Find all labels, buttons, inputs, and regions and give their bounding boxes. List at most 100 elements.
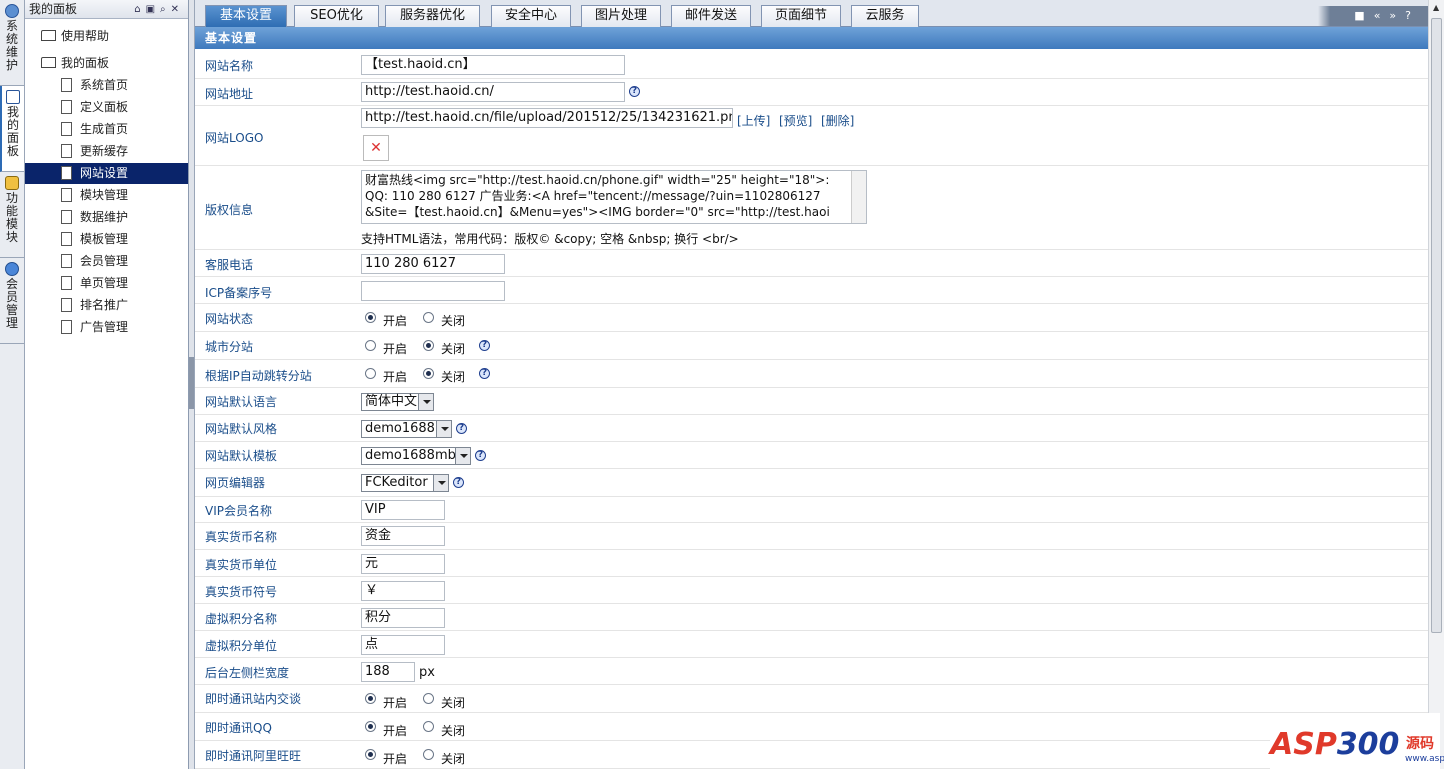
label-service-phone: 客服电话 bbox=[205, 258, 254, 272]
sidebar-item-label: 排名推广 bbox=[80, 298, 129, 312]
chevron-down-icon[interactable] bbox=[455, 448, 470, 464]
vtab-members[interactable]: 会员管理 bbox=[0, 258, 24, 344]
tab-page-detail[interactable]: 页面细节 bbox=[761, 5, 841, 27]
sidebar-item-templates[interactable]: 模板管理 bbox=[25, 229, 188, 250]
tab-security[interactable]: 安全中心 bbox=[491, 5, 571, 27]
editor-select[interactable]: FCKeditor bbox=[361, 474, 449, 492]
ip-redirect-on-radio[interactable] bbox=[365, 368, 376, 379]
row-default-style: 网站默认风格 demo1688 ? bbox=[195, 415, 1428, 442]
help-icon[interactable]: ? bbox=[629, 86, 640, 97]
sidebar-header-icons[interactable]: ⌂▣⌕✕ bbox=[134, 0, 184, 19]
tab-mail[interactable]: 邮件发送 bbox=[671, 5, 751, 27]
clock-icon bbox=[5, 4, 19, 18]
row-editor: 网页编辑器 FCKeditor ? bbox=[195, 469, 1428, 497]
default-template-select[interactable]: demo1688mb bbox=[361, 447, 471, 465]
vtab-my-panel-label: 我的面板 bbox=[6, 105, 19, 158]
vtab-modules[interactable]: 功能模块 bbox=[0, 172, 24, 258]
credit-name-input[interactable]: 积分 bbox=[361, 608, 445, 628]
page-scrollbar[interactable]: ▲ ▼ bbox=[1428, 0, 1444, 769]
site-status-off-label: 关闭 bbox=[441, 314, 466, 328]
tab-server[interactable]: 服务器优化 bbox=[385, 5, 480, 27]
service-phone-input[interactable]: 110 280 6127 bbox=[361, 254, 505, 274]
site-status-off-radio[interactable] bbox=[423, 312, 434, 323]
icp-input[interactable] bbox=[361, 281, 505, 301]
sidebar-item-modules[interactable]: 模块管理 bbox=[25, 185, 188, 206]
splitter-grip[interactable] bbox=[189, 357, 194, 409]
page-icon bbox=[61, 210, 72, 224]
city-station-off-radio[interactable] bbox=[423, 340, 434, 351]
money-unit-input[interactable]: 元 bbox=[361, 554, 445, 574]
textarea-scrollbar[interactable] bbox=[851, 171, 866, 223]
ip-redirect-off-radio[interactable] bbox=[423, 368, 434, 379]
sidebar-item-single-pages[interactable]: 单页管理 bbox=[25, 273, 188, 294]
sidebar-item-members[interactable]: 会员管理 bbox=[25, 251, 188, 272]
sidebar-item-system-home[interactable]: 系统首页 bbox=[25, 75, 188, 96]
site-name-input[interactable]: 【test.haoid.cn】 bbox=[361, 55, 625, 75]
scrollbar-thumb[interactable] bbox=[1431, 18, 1442, 633]
vtab-system-label: 系统维护 bbox=[5, 19, 18, 72]
chevron-down-icon[interactable] bbox=[433, 475, 448, 491]
im-ali-off-radio[interactable] bbox=[423, 749, 434, 760]
vip-name-input[interactable]: VIP bbox=[361, 500, 445, 520]
im-chat-off-radio[interactable] bbox=[423, 693, 434, 704]
im-qq-on-radio[interactable] bbox=[365, 721, 376, 732]
vtab-my-panel[interactable]: 我的面板 bbox=[0, 86, 24, 172]
sidebar-width-unit: px bbox=[419, 665, 435, 680]
tab-image[interactable]: 图片处理 bbox=[581, 5, 661, 27]
chevron-down-icon[interactable] bbox=[418, 394, 433, 410]
help-icon[interactable]: ? bbox=[453, 477, 464, 488]
folder-help[interactable]: 使用帮助 bbox=[41, 26, 109, 46]
row-copyright: 版权信息 财富热线<img src="http://test.haoid.cn/… bbox=[195, 166, 1428, 250]
im-ali-on-radio[interactable] bbox=[365, 749, 376, 760]
page-icon bbox=[61, 254, 72, 268]
im-chat-on-radio[interactable] bbox=[365, 693, 376, 704]
copyright-line: &Site=【test.haoid.cn】&Menu=yes"><IMG bor… bbox=[365, 205, 830, 219]
label-im-qq: 即时通讯QQ bbox=[205, 721, 272, 735]
city-station-on-radio[interactable] bbox=[365, 340, 376, 351]
im-qq-off-radio[interactable] bbox=[423, 721, 434, 732]
copyright-textarea[interactable]: 财富热线<img src="http://test.haoid.cn/phone… bbox=[361, 170, 867, 224]
site-logo-input[interactable]: http://test.haoid.cn/file/upload/201512/… bbox=[361, 108, 733, 128]
tab-cloud[interactable]: 云服务 bbox=[851, 5, 919, 27]
sidebar-item-ranking[interactable]: 排名推广 bbox=[25, 295, 188, 316]
sidebar-item-update-cache[interactable]: 更新缓存 bbox=[25, 141, 188, 162]
sidebar-header: 我的面板 ⌂▣⌕✕ bbox=[25, 0, 188, 19]
help-icon[interactable]: ? bbox=[479, 368, 490, 379]
default-lang-select[interactable]: 简体中文 bbox=[361, 393, 434, 411]
upload-link[interactable]: [上传] bbox=[737, 112, 770, 129]
site-url-input[interactable]: http://test.haoid.cn/ bbox=[361, 82, 625, 102]
sidebar-item-ads[interactable]: 广告管理 bbox=[25, 317, 188, 338]
watermark-brand-b: 300 bbox=[1336, 727, 1400, 762]
page-icon bbox=[61, 144, 72, 158]
sidebar-item-site-settings[interactable]: 网站设置 bbox=[25, 163, 188, 184]
sidebar-width-input[interactable]: 188 bbox=[361, 662, 415, 682]
city-station-off-label: 关闭 bbox=[441, 342, 466, 356]
help-icon[interactable]: ? bbox=[475, 450, 486, 461]
tab-bar-controls[interactable]: ■«»? bbox=[1318, 6, 1428, 26]
folder-my-panel-label: 我的面板 bbox=[61, 56, 110, 70]
tab-seo[interactable]: SEO优化 bbox=[294, 5, 379, 27]
help-icon[interactable]: ? bbox=[479, 340, 490, 351]
default-style-select[interactable]: demo1688 bbox=[361, 420, 452, 438]
sidebar-item-data-maintenance[interactable]: 数据维护 bbox=[25, 207, 188, 228]
vtab-modules-label: 功能模块 bbox=[5, 191, 18, 244]
help-icon[interactable]: ? bbox=[456, 423, 467, 434]
credit-unit-input[interactable]: 点 bbox=[361, 635, 445, 655]
site-status-on-radio[interactable] bbox=[365, 312, 376, 323]
money-symbol-input[interactable]: ￥ bbox=[361, 581, 445, 601]
tab-basic-settings[interactable]: 基本设置 bbox=[205, 5, 287, 27]
sidebar-item-label: 广告管理 bbox=[80, 320, 129, 334]
label-default-style: 网站默认风格 bbox=[205, 422, 278, 436]
sidebar-item-generate-home[interactable]: 生成首页 bbox=[25, 119, 188, 140]
main-content: 基本设置 SEO优化 服务器优化 安全中心 图片处理 邮件发送 页面细节 云服务… bbox=[195, 0, 1428, 769]
preview-link[interactable]: [预览] bbox=[779, 112, 812, 129]
site-status-on-label: 开启 bbox=[383, 314, 408, 328]
vtab-system[interactable]: 系统维护 bbox=[0, 0, 24, 86]
scroll-up-icon[interactable]: ▲ bbox=[1433, 3, 1439, 12]
sidebar-item-define-panel[interactable]: 定义面板 bbox=[25, 97, 188, 118]
folder-my-panel[interactable]: 我的面板 bbox=[41, 53, 109, 73]
money-name-input[interactable]: 资金 bbox=[361, 526, 445, 546]
label-sidebar-width: 后台左侧栏宽度 bbox=[205, 666, 290, 680]
delete-link[interactable]: [删除] bbox=[821, 112, 854, 129]
chevron-down-icon[interactable] bbox=[436, 421, 451, 437]
